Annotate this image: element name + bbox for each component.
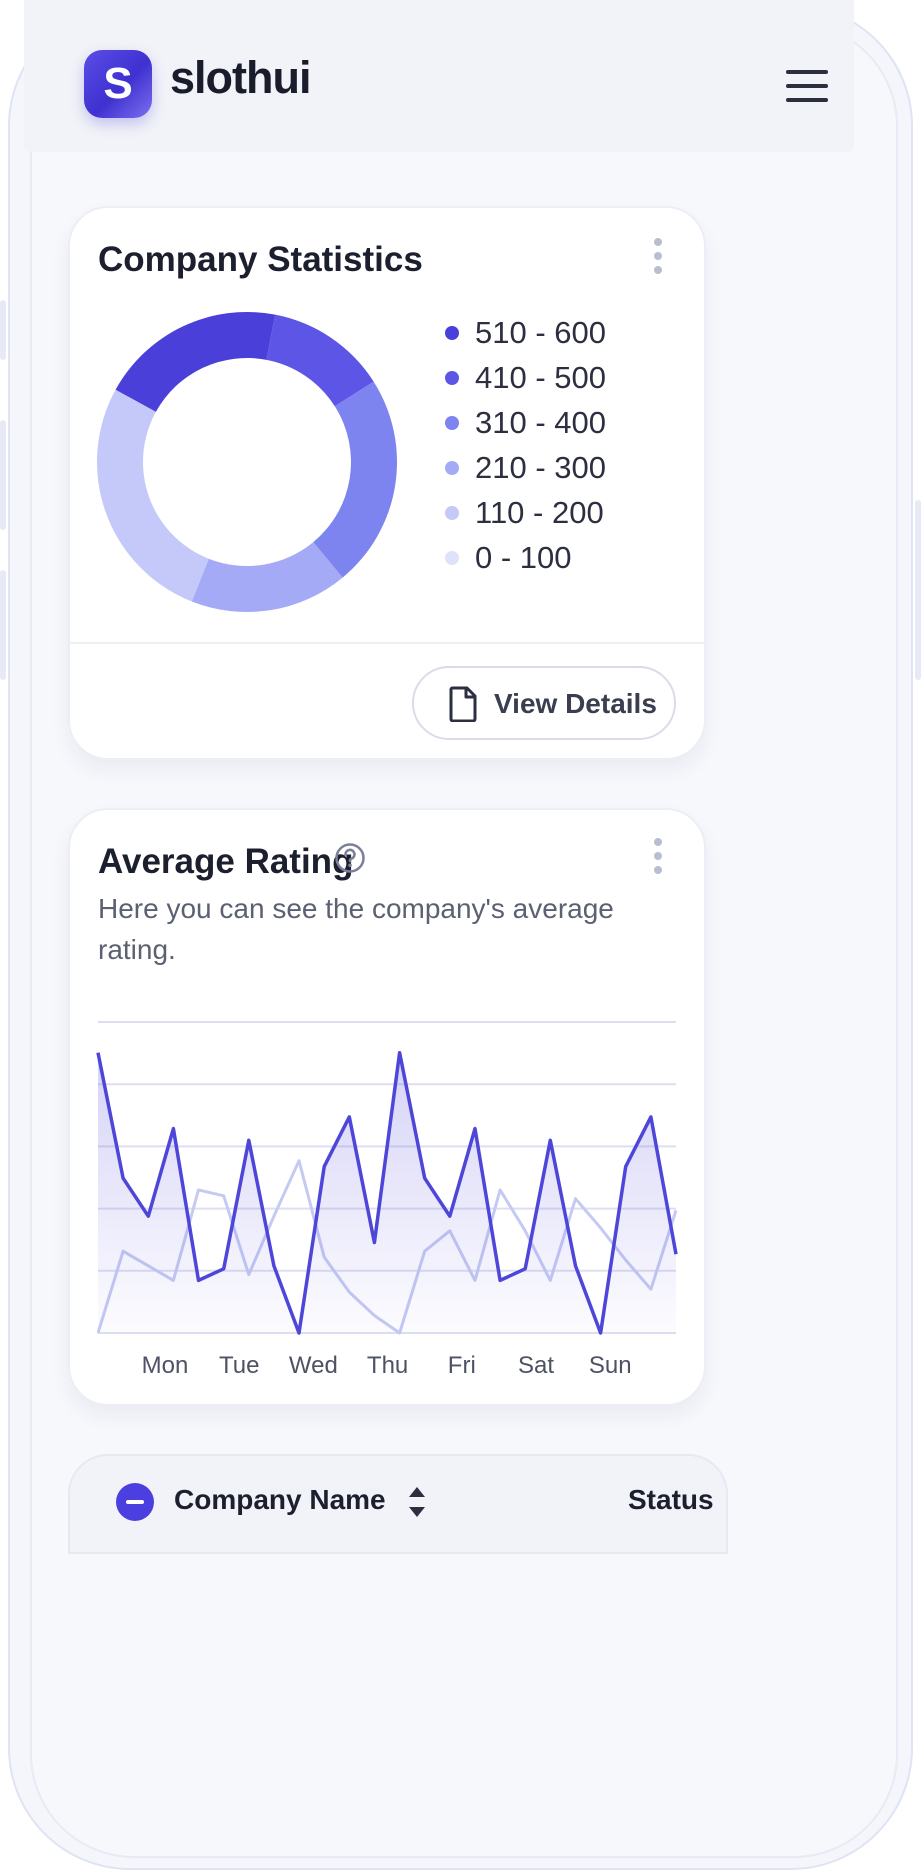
legend-dot xyxy=(445,506,459,520)
document-icon xyxy=(449,686,477,722)
side-button xyxy=(0,300,6,360)
x-tick-label: Mon xyxy=(141,1352,189,1379)
legend-dot xyxy=(445,371,459,385)
x-tick-label: Fri xyxy=(447,1352,476,1379)
brand-name[interactable]: slothui xyxy=(170,52,311,104)
legend-label: 0 - 100 xyxy=(475,540,572,575)
x-tick-label: Sat xyxy=(517,1352,555,1379)
company-table-header: Company Name Status xyxy=(68,1454,728,1554)
company-statistics-title: Company Statistics xyxy=(98,240,423,279)
top-navigation: S slothui xyxy=(24,0,854,152)
select-all-checkbox[interactable] xyxy=(116,1483,154,1521)
legend-label: 410 - 500 xyxy=(475,360,606,395)
card-divider xyxy=(70,642,704,644)
hamburger-menu-icon[interactable] xyxy=(786,70,832,104)
x-tick-label: Sun xyxy=(588,1352,632,1379)
side-button xyxy=(0,570,6,680)
status-column-header[interactable]: Status xyxy=(628,1484,714,1516)
sort-icon[interactable] xyxy=(406,1482,428,1522)
side-button xyxy=(0,420,6,530)
more-options-icon[interactable] xyxy=(652,838,664,882)
company-name-column-header[interactable]: Company Name xyxy=(174,1484,386,1516)
help-icon[interactable] xyxy=(334,842,366,874)
average-rating-description: Here you can see the company's average r… xyxy=(98,893,614,965)
legend-dot xyxy=(445,461,459,475)
legend-label: 110 - 200 xyxy=(475,495,604,530)
more-options-icon[interactable] xyxy=(652,238,664,282)
legend-label: 310 - 400 xyxy=(475,405,606,440)
average-rating-title: Average Rating xyxy=(98,842,354,881)
legend-dot xyxy=(445,326,459,340)
side-button xyxy=(915,500,921,680)
view-details-button[interactable]: View Details xyxy=(412,666,676,740)
view-details-label: View Details xyxy=(494,688,657,719)
brand-logo-icon[interactable]: S xyxy=(84,50,152,118)
legend-dot xyxy=(445,551,459,565)
x-tick-label: Thu xyxy=(366,1352,409,1379)
legend-label: 510 - 600 xyxy=(475,315,606,350)
x-tick-label: Tue xyxy=(218,1352,260,1379)
legend-dot xyxy=(445,416,459,430)
x-tick-label: Wed xyxy=(288,1352,338,1379)
legend-label: 210 - 300 xyxy=(475,450,606,485)
